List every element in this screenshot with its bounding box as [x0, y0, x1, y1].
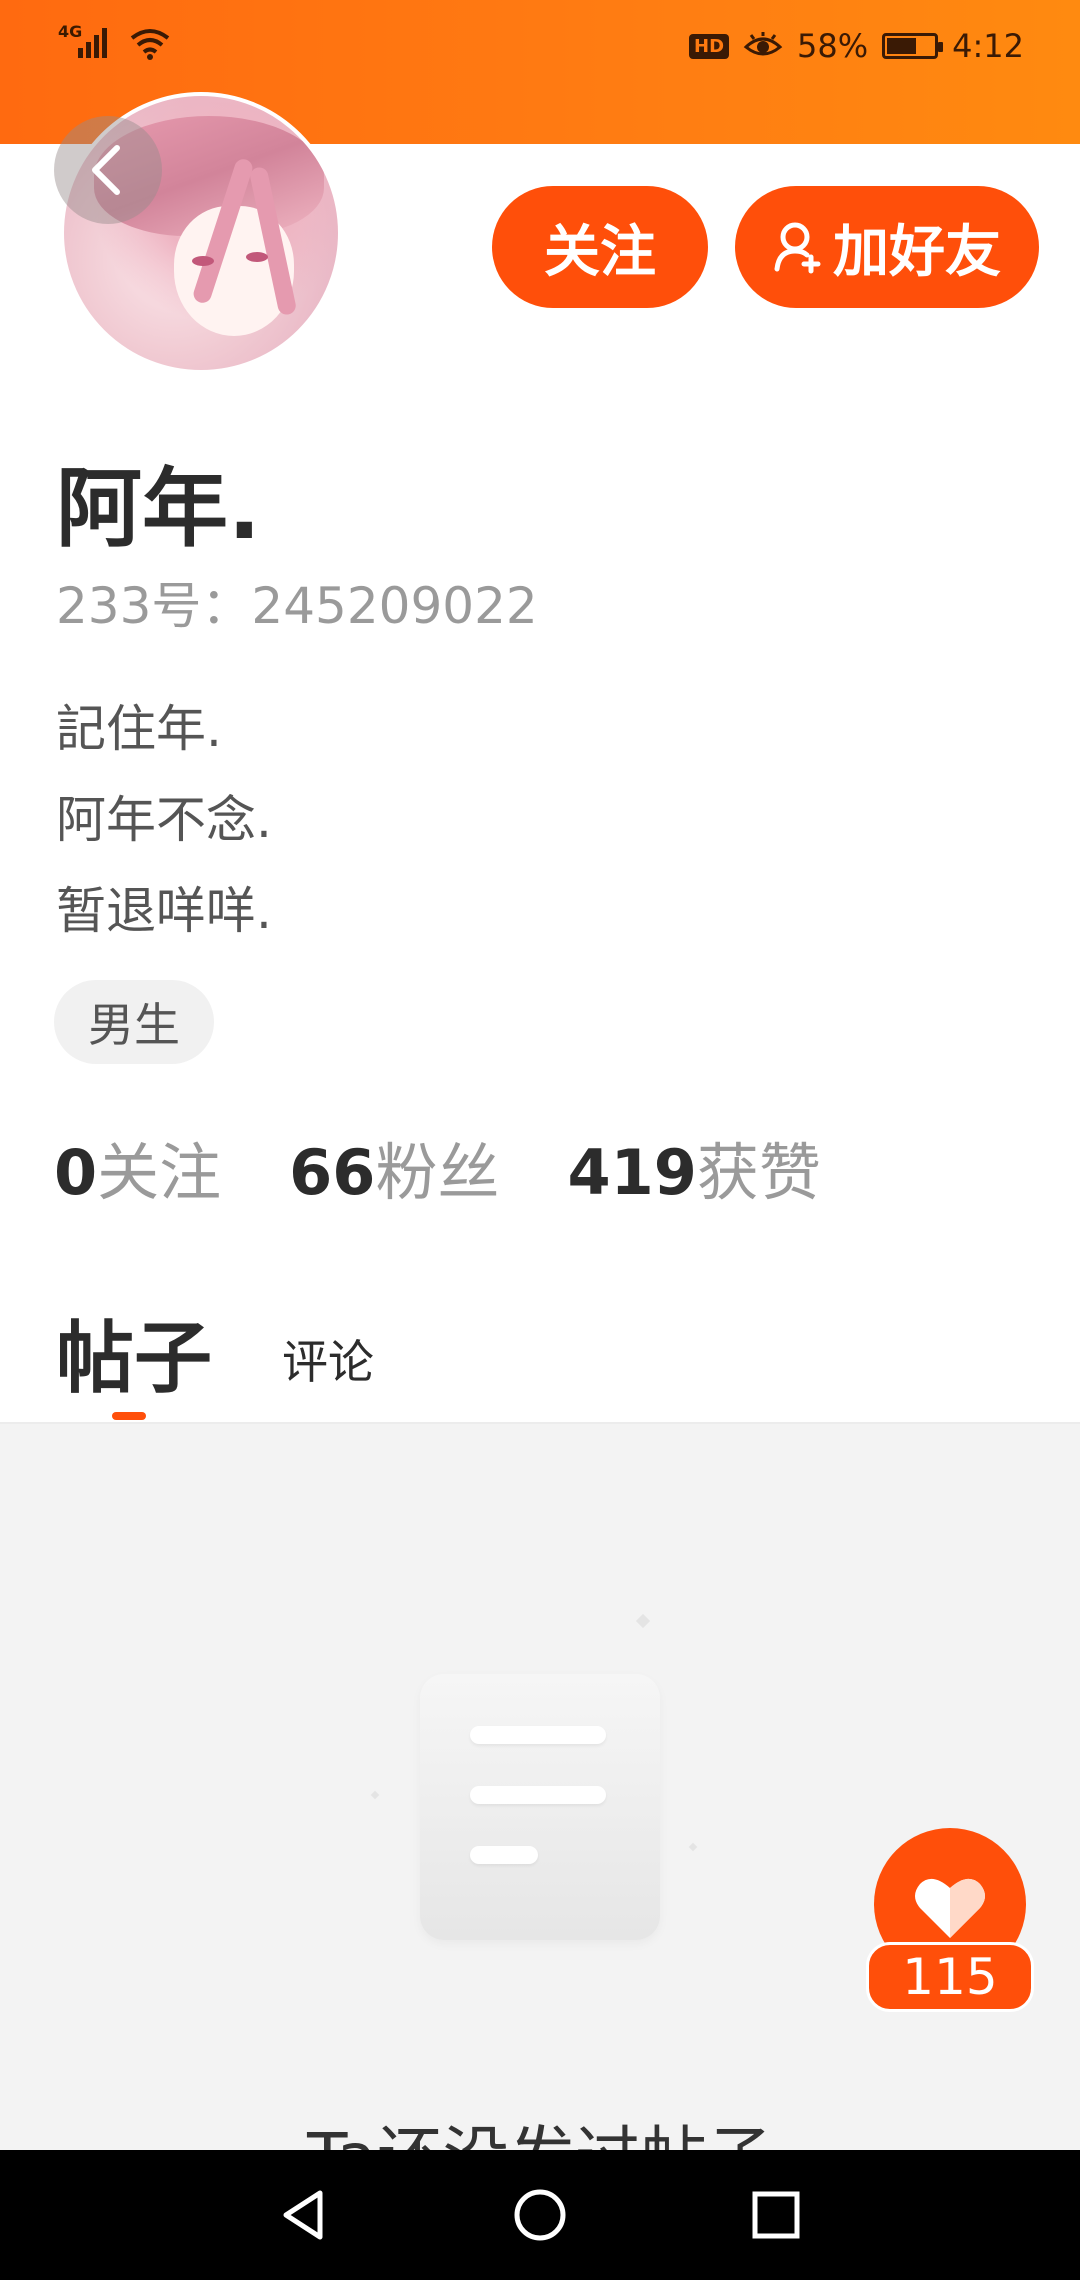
stat-likes[interactable]: 419获赞 [567, 1122, 820, 1212]
chevron-left-icon [92, 145, 120, 195]
doc-line [470, 1846, 538, 1864]
stat-value: 419 [567, 1136, 697, 1209]
battery-percent: 58% [797, 27, 869, 65]
stat-following[interactable]: 0关注 [54, 1122, 221, 1212]
profile-stats: 0关注 66粉丝 419获赞 [54, 1122, 821, 1212]
gender-tag: 男生 [54, 980, 214, 1064]
tab-posts[interactable]: 帖子 [56, 1296, 212, 1408]
clock: 4:12 [952, 27, 1024, 65]
active-tab-indicator [112, 1412, 146, 1420]
square-recents-icon[interactable] [748, 2187, 804, 2243]
avatar-eye [246, 252, 268, 262]
doc-line [470, 1786, 606, 1804]
stat-label: 粉丝 [375, 1136, 500, 1209]
status-right: HD 58% 4:12 [689, 26, 1024, 66]
sparkle-decoration [635, 1613, 651, 1629]
tab-comments[interactable]: 评论 [282, 1326, 374, 1408]
wifi-icon [130, 29, 170, 60]
system-nav-bar [0, 2150, 1080, 2280]
stat-label: 关注 [97, 1136, 222, 1209]
battery-level-fill [887, 38, 917, 54]
empty-state-message: Ta还没发过帖子 [0, 2104, 1080, 2150]
battery-icon [882, 33, 944, 59]
triangle-back-icon[interactable] [276, 2187, 332, 2243]
doc-line [470, 1726, 606, 1744]
network-type: 4G [58, 22, 83, 41]
bio-line: 記住年. [56, 700, 222, 758]
avatar-eye [192, 256, 214, 266]
profile-name: 阿年. [56, 459, 261, 559]
posts-list[interactable]: Ta还没发过帖子 [0, 1424, 1080, 2150]
stat-label: 获赞 [696, 1136, 821, 1209]
hd-badge: HD [689, 33, 730, 59]
stat-followers[interactable]: 66粉丝 [289, 1122, 499, 1212]
document-icon [420, 1674, 660, 1940]
stat-value: 66 [289, 1136, 376, 1209]
sparkle-decoration [688, 1842, 698, 1852]
profile-bio: 記住年. 阿年不念. 暂退咩咩. [56, 684, 272, 957]
user-plus-icon [774, 222, 821, 274]
sparkle-decoration [370, 1790, 380, 1800]
heart-icon [915, 1878, 985, 1938]
bio-line: 暂退咩咩. [56, 882, 272, 940]
add-friend-button-label: 加好友 [833, 219, 1001, 285]
eye-comfort-icon [743, 32, 783, 56]
like-count: 115 [866, 1942, 1034, 2012]
bio-line: 阿年不念. [56, 791, 272, 849]
back-button[interactable] [54, 116, 162, 224]
content-tabs: 帖子 评论 [56, 1296, 374, 1408]
stat-value: 0 [54, 1136, 98, 1209]
circle-home-icon[interactable] [512, 2187, 568, 2243]
follow-button-label: 关注 [544, 219, 656, 285]
profile-id[interactable]: 233号：245209022 [56, 566, 538, 638]
follow-button[interactable]: 关注 [492, 186, 708, 308]
add-friend-button[interactable]: 加好友 [735, 186, 1039, 308]
